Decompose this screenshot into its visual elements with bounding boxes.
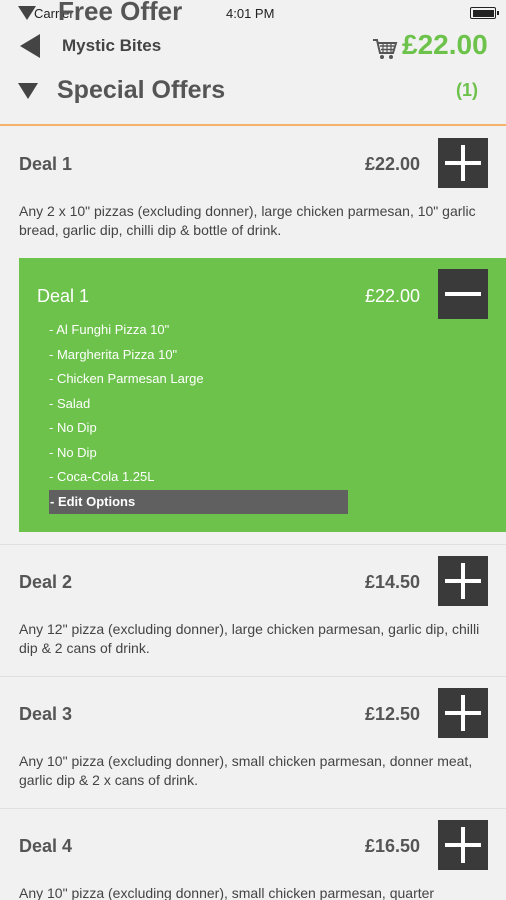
deal-description: Any 10" pizza (excluding donner), small …: [19, 753, 473, 788]
section-count: (1): [456, 80, 478, 100]
deal-item: Deal 4 £16.50 Any 10" pizza (excluding d…: [0, 809, 506, 900]
deal-description: Any 12" pizza (excluding donner), large …: [19, 621, 480, 656]
header: Mystic Bites £22.00: [0, 29, 506, 64]
free-offer-header[interactable]: Free Offer: [18, 0, 182, 26]
deal-title: Deal 2: [19, 572, 73, 592]
deal-title: Deal 3: [19, 704, 73, 724]
restaurant-name: Mystic Bites: [62, 36, 162, 55]
add-deal-button[interactable]: [438, 556, 488, 606]
deal-title: Deal 1: [19, 154, 73, 174]
selected-options-list: - Al Funghi Pizza 10" - Margherita Pizza…: [49, 322, 349, 494]
special-offers-header[interactable]: Special Offers (1): [0, 74, 506, 108]
deal-item: Deal 3 £12.50 Any 10" pizza (excluding d…: [0, 677, 506, 809]
edit-options-button[interactable]: - Edit Options: [49, 490, 348, 514]
deal-price: £16.50: [364, 836, 420, 856]
status-time: 4:01 PM: [226, 6, 275, 21]
deal-price: £22.00: [364, 154, 420, 174]
deal-price: £14.50: [364, 572, 420, 592]
option-item: - Margherita Pizza 10": [49, 346, 178, 362]
selected-deal-panel: Deal 1 £22.00 - Al Funghi Pizza 10" - Ma…: [19, 258, 506, 532]
selected-deal-title: Deal 1: [37, 286, 90, 306]
section-title: Special Offers: [57, 76, 226, 104]
deal-description: Any 2 x 10" pizzas (excluding donner), l…: [19, 203, 476, 238]
collapse-triangle-icon: [18, 83, 38, 99]
remove-deal-button[interactable]: [438, 269, 488, 319]
option-item: - Chicken Parmesan Large: [49, 371, 204, 386]
free-offer-title: Free Offer: [58, 0, 183, 26]
cart-icon[interactable]: [372, 38, 398, 60]
option-item: - No Dip: [49, 444, 97, 460]
add-deal-button[interactable]: [438, 138, 488, 188]
deal-title: Deal 4: [19, 836, 73, 856]
add-deal-button[interactable]: [438, 688, 488, 738]
deal-price: £12.50: [364, 704, 420, 724]
option-item: - Salad: [49, 395, 91, 411]
back-arrow-icon[interactable]: [20, 34, 40, 58]
option-item: - Al Funghi Pizza 10": [49, 322, 170, 337]
battery-icon: [470, 7, 499, 19]
deal-item: Deal 2 £14.50 Any 12" pizza (excluding d…: [0, 545, 506, 677]
cart-total[interactable]: £22.00: [402, 29, 488, 61]
selected-deal-price: £22.00: [364, 286, 420, 306]
collapse-triangle-icon: [18, 6, 36, 20]
deal-description: Any 10" pizza (excluding donner), small …: [19, 885, 435, 900]
option-item: - No Dip: [49, 420, 97, 435]
add-deal-button[interactable]: [438, 820, 488, 870]
